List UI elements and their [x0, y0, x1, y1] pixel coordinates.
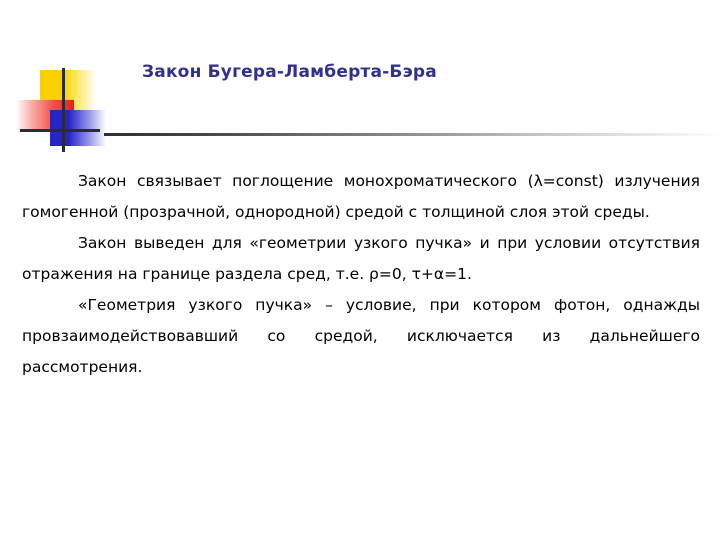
logo-blue-square-icon — [50, 110, 106, 146]
decorative-logo — [14, 68, 106, 152]
slide-body: Закон связывает поглощение монохроматиче… — [22, 166, 700, 383]
body-paragraph-1: Закон связывает поглощение монохроматиче… — [22, 172, 700, 221]
logo-horizontal-line — [20, 129, 100, 132]
body-paragraph-2: Закон выведен для «геометрии узкого пучк… — [22, 234, 700, 283]
slide-canvas: Закон Бугера-Ламберта-Бэра Закон связыва… — [0, 0, 720, 540]
page-title: Закон Бугера-Ламберта-Бэра — [142, 62, 437, 82]
body-paragraph-3: «Геометрия узкого пучка» – условие, при … — [22, 296, 700, 376]
header-divider — [104, 133, 720, 136]
logo-vertical-line — [62, 68, 65, 152]
